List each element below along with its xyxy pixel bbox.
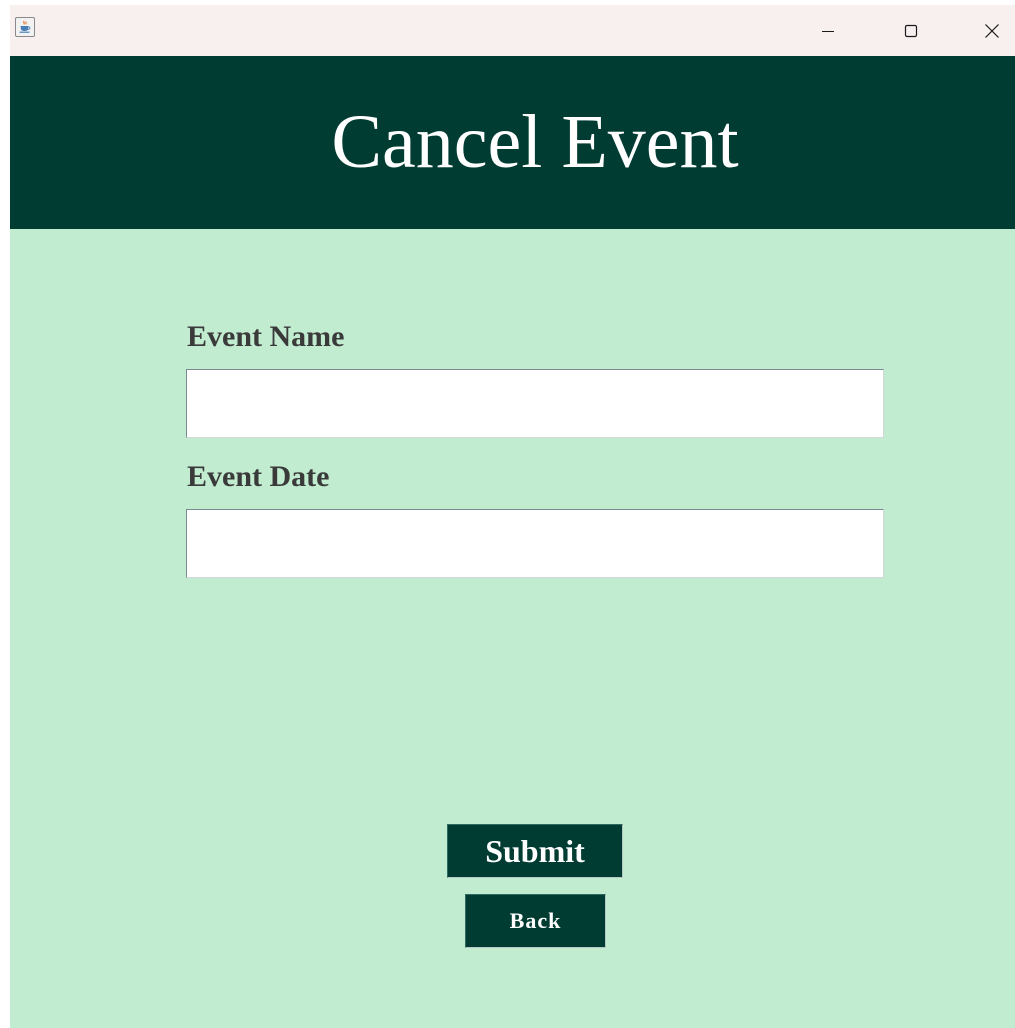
maximize-button[interactable] xyxy=(888,5,934,56)
event-name-input[interactable] xyxy=(186,369,884,438)
close-button[interactable] xyxy=(969,5,1015,56)
event-date-input[interactable] xyxy=(186,509,884,578)
submit-button[interactable]: Submit xyxy=(447,824,623,878)
page-title: Cancel Event xyxy=(331,100,739,184)
header-banner: Cancel Event xyxy=(10,56,1015,229)
event-name-label: Event Name xyxy=(187,320,345,353)
minimize-button[interactable] xyxy=(805,5,851,56)
title-bar[interactable] xyxy=(10,5,1015,56)
java-coffee-cup-icon[interactable] xyxy=(15,17,35,37)
minimize-icon xyxy=(820,23,836,39)
close-icon xyxy=(983,22,1001,40)
maximize-icon xyxy=(903,23,919,39)
event-date-label: Event Date xyxy=(187,460,330,493)
back-button[interactable]: Back xyxy=(465,894,606,948)
app-window: Cancel Event Event Name Event Date Submi… xyxy=(10,5,1015,1028)
